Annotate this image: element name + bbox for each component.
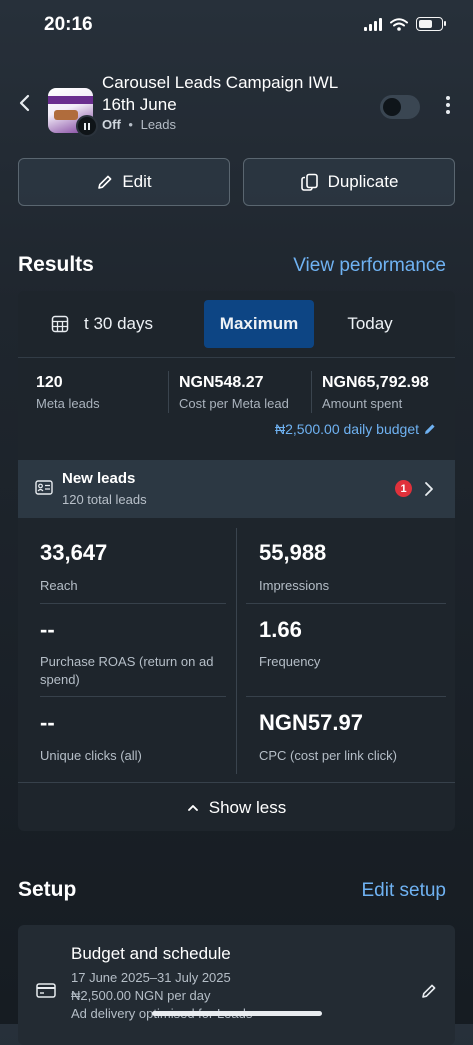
campaign-subtitle: Off • Leads	[102, 117, 176, 132]
status-icons	[364, 17, 446, 31]
schedule-dates: 17 June 2025–31 July 2025	[71, 970, 231, 985]
pencil-icon[interactable]	[420, 982, 438, 1000]
view-performance-link[interactable]: View performance	[293, 255, 446, 277]
amount-spent-label: Amount spent	[322, 396, 403, 411]
tab-last-30-days[interactable]: t 30 days	[84, 300, 180, 348]
meta-leads-value: 120	[36, 374, 63, 391]
subtitle-separator: •	[128, 117, 133, 132]
frequency-value: 1.66	[259, 617, 302, 642]
purchase-roas-label: Purchase ROAS (return on ad spend)	[40, 654, 214, 687]
campaign-toggle[interactable]	[380, 95, 420, 119]
chevron-right-icon	[425, 482, 433, 496]
impressions-label: Impressions	[259, 578, 330, 593]
show-less-label: Show less	[208, 797, 287, 817]
daily-budget-text: ₦2,500.00 daily budget	[275, 421, 419, 437]
date-range-tabs: t 30 days Maximum Today	[18, 291, 455, 358]
new-leads-subtitle: 120 total leads	[62, 492, 147, 507]
daily-budget-link[interactable]: ₦2,500.00 daily budget	[275, 421, 437, 437]
budget-schedule-title: Budget and schedule	[71, 944, 231, 963]
budget-schedule-card[interactable]: Budget and schedule 17 June 2025–31 July…	[18, 925, 455, 1045]
duplicate-icon	[300, 173, 318, 191]
battery-icon	[416, 17, 446, 31]
show-less-button[interactable]: Show less	[18, 782, 455, 831]
stats-divider	[40, 696, 226, 697]
unique-clicks-label: Unique clicks (all)	[40, 748, 142, 763]
edit-button[interactable]: Edit	[18, 158, 230, 206]
reach-label: Reach	[40, 578, 78, 593]
reach-value: 33,647	[40, 540, 108, 565]
home-indicator	[152, 1011, 322, 1016]
frequency-label: Frequency	[259, 654, 321, 669]
stats-divider	[246, 603, 446, 604]
stats-column-divider	[236, 528, 237, 774]
results-heading: Results	[18, 253, 94, 276]
campaign-title: Carousel Leads Campaign IWL 16th June	[102, 73, 338, 114]
unique-clicks-value: --	[40, 710, 55, 735]
metric-divider	[311, 371, 312, 413]
stats-divider	[40, 603, 226, 604]
status-time: 20:16	[44, 14, 93, 35]
impressions-value: 55,988	[259, 540, 327, 565]
more-options-icon[interactable]	[440, 96, 456, 118]
stats-divider	[246, 696, 446, 697]
metric-divider	[168, 371, 169, 413]
results-card: t 30 days Maximum Today 120 Meta leads N…	[18, 291, 455, 831]
edit-setup-link[interactable]: Edit setup	[362, 880, 447, 902]
amount-spent-value: NGN65,792.98	[322, 374, 429, 391]
credit-card-icon	[36, 983, 56, 998]
new-leads-badge: 1	[395, 480, 412, 497]
budget-amount: ₦2,500.00 NGN per day	[71, 988, 211, 1003]
cost-per-lead-value: NGN548.27	[179, 374, 264, 391]
cost-per-lead-label: Cost per Meta lead	[179, 396, 289, 411]
cpc-label: CPC (cost per link click)	[259, 748, 397, 763]
duplicate-button-label: Duplicate	[327, 172, 399, 191]
tab-today[interactable]: Today	[328, 300, 412, 348]
purchase-roas-value: --	[40, 617, 55, 642]
chevron-up-icon	[187, 804, 198, 811]
tab-maximum[interactable]: Maximum	[204, 300, 314, 348]
lead-card-icon	[35, 480, 53, 495]
pencil-icon	[425, 424, 435, 434]
setup-heading: Setup	[18, 878, 77, 901]
duplicate-button[interactable]: Duplicate	[243, 158, 455, 206]
pause-icon	[76, 115, 98, 137]
back-chevron-icon[interactable]	[14, 92, 36, 114]
campaign-status: Off	[102, 117, 121, 132]
wifi-icon	[390, 17, 408, 31]
new-leads-title: New leads	[62, 470, 136, 487]
signal-icon	[364, 17, 382, 31]
edit-button-label: Edit	[122, 172, 152, 191]
cpc-value: NGN57.97	[259, 710, 363, 735]
meta-leads-label: Meta leads	[36, 396, 100, 411]
new-leads-row[interactable]: New leads 120 total leads 1	[18, 460, 455, 518]
pencil-icon	[98, 175, 112, 189]
campaign-objective: Leads	[140, 117, 177, 132]
calendar-grid-icon[interactable]	[51, 315, 69, 333]
